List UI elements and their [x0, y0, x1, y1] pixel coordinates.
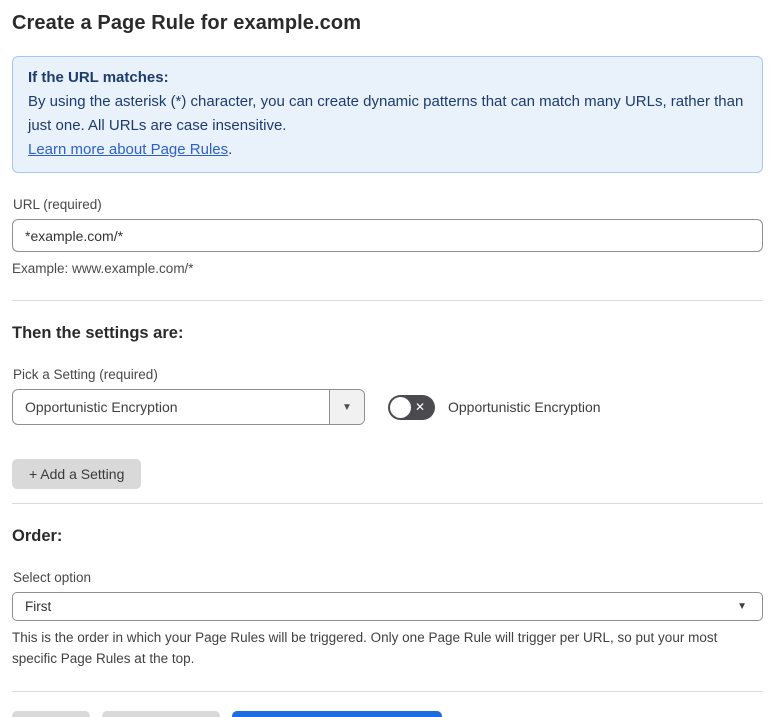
opportunistic-encryption-toggle[interactable]: ✕ — [388, 394, 435, 420]
divider — [12, 503, 763, 504]
save-deploy-button[interactable]: Save and Deploy Page Rule — [232, 711, 443, 717]
setting-row: Opportunistic Encryption ▼ ✕ Opportunist… — [12, 389, 763, 425]
page-title: Create a Page Rule for example.com — [12, 12, 362, 34]
learn-more-link[interactable]: Learn more about Page Rules — [28, 141, 228, 158]
toggle-label: Opportunistic Encryption — [448, 399, 601, 415]
toggle-knob — [390, 396, 411, 418]
select-option-label: Select option — [13, 570, 92, 585]
divider — [12, 691, 763, 692]
chevron-down-icon: ▼ — [342, 401, 352, 413]
toggle-wrap: ✕ Opportunistic Encryption — [388, 394, 601, 420]
order-select-value: First — [25, 599, 52, 614]
add-setting-button[interactable]: + Add a Setting — [12, 459, 142, 489]
setting-select-arrow-button[interactable]: ▼ — [329, 390, 364, 424]
chevron-down-icon: ▼ — [737, 601, 747, 612]
pick-setting-label: Pick a Setting (required) — [13, 367, 158, 382]
order-helper: This is the order in which your Page Rul… — [12, 630, 718, 666]
info-box-body: By using the asterisk (*) character, you… — [28, 93, 744, 134]
info-box-link-line: Learn more about Page Rules. — [28, 138, 747, 162]
save-draft-button[interactable]: Save as Draft — [101, 711, 221, 717]
url-label: URL (required) — [13, 197, 102, 212]
url-matches-info-box: If the URL matches: By using the asteris… — [12, 56, 763, 173]
info-box-heading: If the URL matches: — [28, 69, 169, 86]
create-page-rule-form: Create a Page Rule for example.com If th… — [0, 0, 775, 717]
url-helper: Example: www.example.com/* — [12, 261, 194, 276]
url-input[interactable] — [12, 219, 763, 252]
divider — [12, 300, 763, 301]
toggle-x-icon: ✕ — [415, 400, 426, 414]
setting-select-value: Opportunistic Encryption — [25, 399, 178, 415]
link-period: . — [228, 141, 233, 158]
setting-select[interactable]: Opportunistic Encryption ▼ — [12, 389, 365, 425]
order-select[interactable]: First ▼ — [12, 592, 763, 621]
cancel-button[interactable]: Cancel — [12, 711, 90, 717]
settings-heading: Then the settings are: — [12, 324, 184, 342]
order-heading: Order: — [12, 527, 63, 545]
footer-actions: Cancel Save as Draft Save and Deploy Pag… — [12, 711, 763, 717]
